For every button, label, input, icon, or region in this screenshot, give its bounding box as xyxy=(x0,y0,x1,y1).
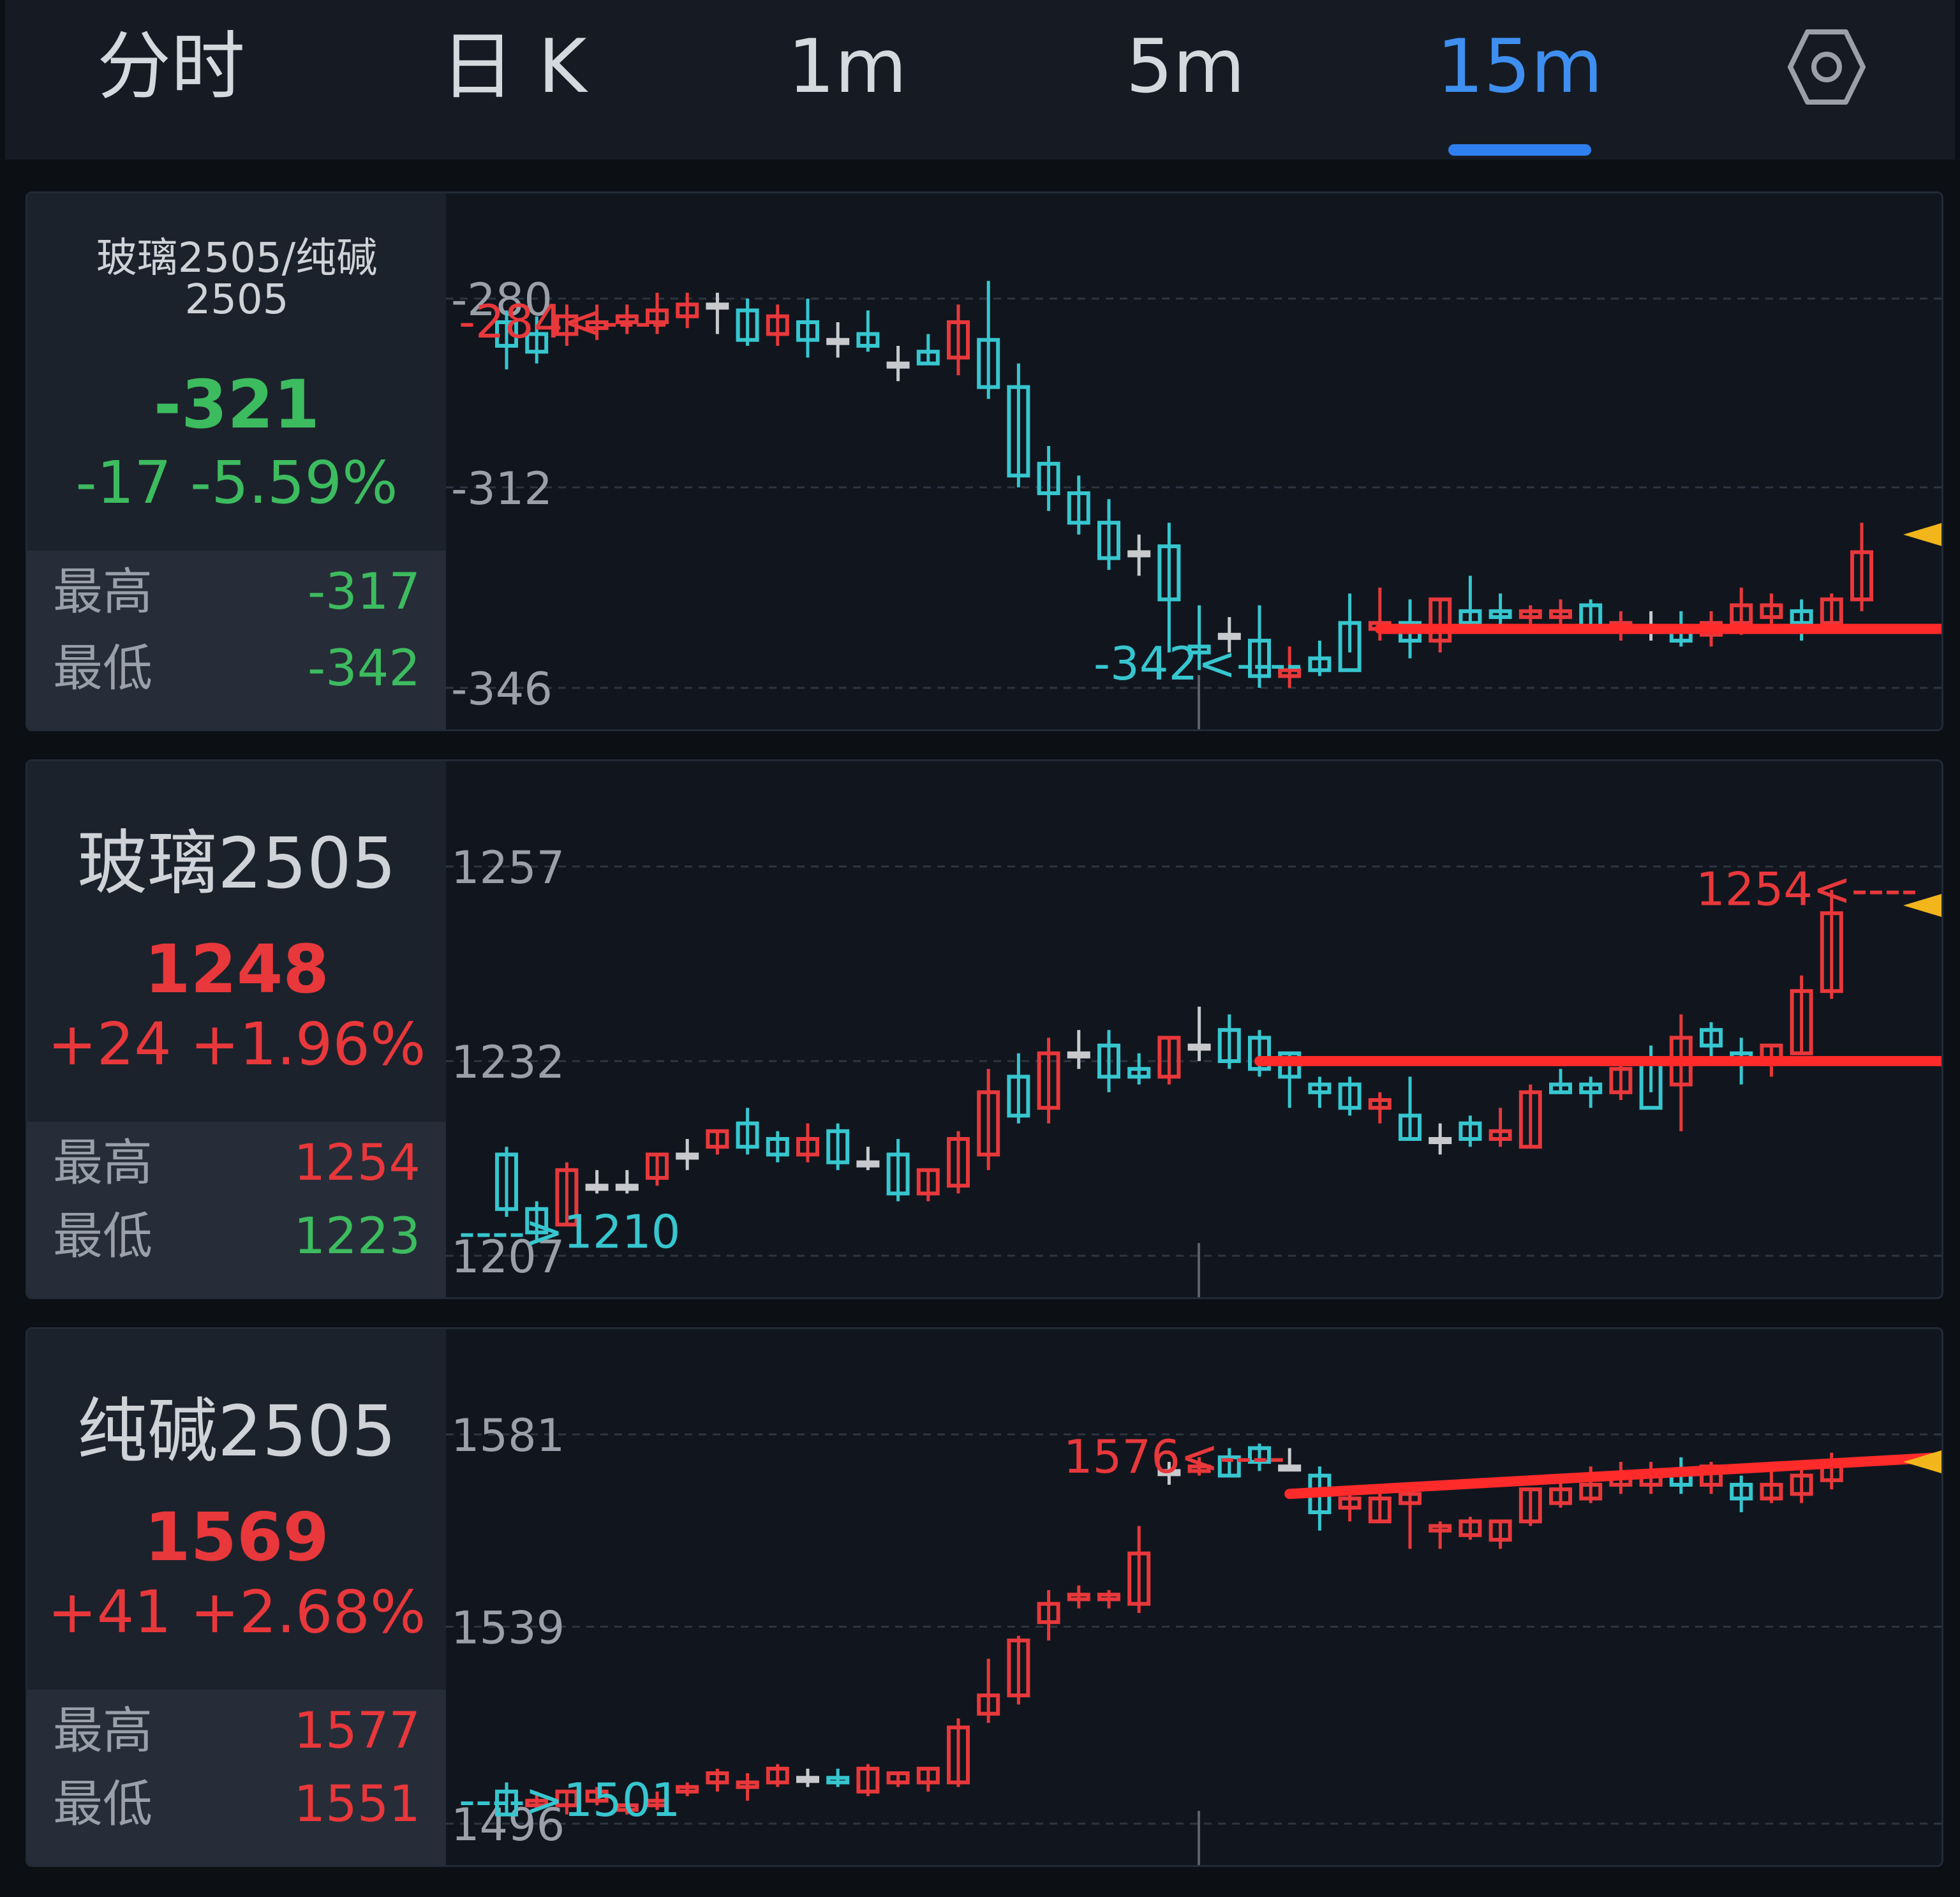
high-value: 1577 xyxy=(293,1702,420,1760)
active-tab-indicator xyxy=(1448,144,1591,156)
candle-body xyxy=(706,302,729,310)
instrument-name: 玻璃2505 xyxy=(77,822,396,904)
candle-body xyxy=(585,1184,609,1191)
last-price: 1248 xyxy=(144,930,329,1008)
instrument-name-line2: 2505 xyxy=(184,276,289,324)
last-price: 1569 xyxy=(144,1498,329,1576)
high-low-box: 最高 1577 最低 1551 xyxy=(27,1690,446,1865)
y-tick-label: -346 xyxy=(451,663,553,715)
high-label: 最高 xyxy=(53,1134,153,1192)
last-price: -321 xyxy=(153,366,320,443)
last-price-marker xyxy=(1903,523,1941,546)
instrument-name: 玻璃2505/纯碱 xyxy=(96,235,378,282)
glass-info: 玻璃2505 1248 +24 +1.96% 最高 1254 最低 1223 xyxy=(27,761,446,1297)
y-tick-label: 1257 xyxy=(451,842,565,894)
high-label: 最高 xyxy=(53,563,153,621)
soda-ash-info: 纯碱2505 1569 +41 +2.68% 最高 1577 最低 1551 xyxy=(27,1329,446,1865)
y-tick-label: -312 xyxy=(451,463,553,515)
tab-intraday[interactable]: 分时 xyxy=(97,19,245,115)
high-value: -317 xyxy=(307,563,420,621)
high-low-box: 最高 1254 最低 1223 xyxy=(27,1122,446,1297)
candle-body xyxy=(1127,550,1151,558)
hexagon-gear-icon[interactable] xyxy=(1785,26,1868,108)
price-change: -17 -5.59% xyxy=(75,449,398,517)
low-label: 最低 xyxy=(53,1776,153,1833)
extreme-annotation: 1576<---- xyxy=(1064,1430,1285,1484)
candlestick-chart[interactable]: -280-312-346-284<-----342<---- xyxy=(446,193,1941,729)
candle-body xyxy=(856,1160,880,1168)
tab-daily-k[interactable]: 日 K xyxy=(441,19,587,115)
high-low-box: 最高 -317 最低 -342 xyxy=(27,551,446,729)
candle-body xyxy=(615,1184,639,1191)
tab-5m[interactable]: 5m xyxy=(1126,19,1245,115)
low-value: 1223 xyxy=(293,1208,420,1265)
spread-info: 玻璃2505/纯碱 2505 -321 -17 -5.59% 最高 -317 最… xyxy=(27,193,446,729)
low-label: 最低 xyxy=(53,1208,153,1265)
y-tick-label: 1539 xyxy=(451,1602,565,1654)
instrument-name: 纯碱2505 xyxy=(77,1390,396,1472)
high-label: 最高 xyxy=(53,1702,153,1760)
timeframe-tab-bar: 分时 日 K 1m 5m 15m xyxy=(5,0,1955,160)
candle-body xyxy=(796,1776,819,1783)
low-label: 最低 xyxy=(53,640,153,697)
glass-chart-panel: 玻璃2505 1248 +24 +1.96% 最高 1254 最低 1223 1… xyxy=(26,759,1943,1299)
extreme-annotation: -284<---- xyxy=(459,295,668,348)
price-change: +41 +2.68% xyxy=(47,1578,426,1646)
candle-body xyxy=(886,361,910,369)
candle-body xyxy=(1187,1043,1211,1051)
candle-body xyxy=(1067,1051,1090,1059)
soda-ash-chart-panel: 纯碱2505 1569 +41 +2.68% 最高 1577 最低 1551 1… xyxy=(26,1327,1943,1867)
low-value: -342 xyxy=(307,640,420,697)
spread-chart-panel: 玻璃2505/纯碱 2505 -321 -17 -5.59% 最高 -317 最… xyxy=(26,191,1943,731)
extreme-annotation: 1254<---- xyxy=(1696,863,1917,916)
y-tick-label: 1232 xyxy=(451,1036,565,1089)
extreme-annotation: -342<---- xyxy=(1094,637,1303,690)
tab-1m[interactable]: 1m xyxy=(788,19,907,115)
trend-line xyxy=(1284,1452,1941,1499)
candle-body xyxy=(676,1152,699,1160)
candle-body xyxy=(1429,1137,1452,1144)
candle-body xyxy=(826,338,850,345)
candlestick-chart[interactable]: 1581153914961576<-------->1501 xyxy=(446,1329,1941,1865)
price-change: +24 +1.96% xyxy=(47,1010,426,1078)
extreme-annotation: ---->1501 xyxy=(459,1773,680,1827)
low-value: 1551 xyxy=(293,1776,420,1833)
candlestick-chart[interactable]: 1257123212071254<-------->1210 xyxy=(446,761,1941,1297)
extreme-annotation: ---->1210 xyxy=(459,1205,680,1258)
tab-15m[interactable]: 15m xyxy=(1437,19,1603,115)
y-tick-label: 1581 xyxy=(451,1410,565,1462)
high-value: 1254 xyxy=(293,1134,420,1192)
